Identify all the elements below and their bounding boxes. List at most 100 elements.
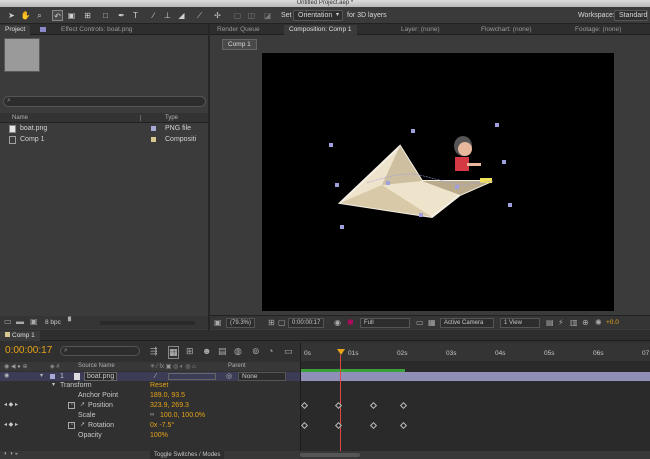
expand-triangle-icon[interactable]: ▾ [40,372,43,381]
bpc-label[interactable]: 8 bpc [45,319,61,326]
magnification-dropdown[interactable]: (79.3%) [226,318,256,328]
motion-blur-icon[interactable]: ◍ [234,346,242,357]
hand-tool-icon[interactable]: ✋ [20,10,31,21]
auto-keyframe-icon[interactable]: ▭ [284,346,293,357]
exposure-value[interactable]: +0.0 [606,319,619,326]
toggle-switches-modes-button[interactable]: Toggle Switches / Modes [150,451,225,459]
keyframe-navigator-icon[interactable]: ◂ ◆ ▸ [4,401,18,410]
column-name[interactable]: Name [12,115,28,121]
position-keyframe-dot[interactable] [386,181,390,185]
playhead-handle-icon[interactable] [337,349,345,355]
position-keyframe-dot[interactable] [455,185,459,189]
position-keyframe-dot[interactable] [329,143,333,147]
graph-editor-icon[interactable]: ◔ [268,346,273,356]
axis-local-icon[interactable]: ▢ [232,10,243,21]
current-time-display[interactable]: 0:00:00:17 [288,318,325,328]
toggle-pixel-aspect-icon[interactable]: ▤ [546,318,554,327]
composition-canvas[interactable] [262,53,614,311]
property-row-rotation[interactable]: ◂ ◆ ▸ ◔ ↗ Rotation 0x -7.5° [0,421,300,430]
column-source-name[interactable]: Source Name [78,363,115,369]
tab-render-queue[interactable]: Render Queue [212,25,265,35]
time-graph[interactable]: 0s 01s 02s 03s 04s 05s 06s 07 [300,343,650,459]
mask-tool-icon[interactable]: □ [100,10,111,21]
layer-label-swatch[interactable] [50,374,55,379]
property-row-scale[interactable]: Scale ∞ 100.0, 100.0% [0,411,300,420]
puppet-tool-icon[interactable]: ✢ [212,10,223,21]
layer-name[interactable]: boat.png [84,372,118,381]
new-folder-icon[interactable]: ▬ [16,317,24,326]
transparency-grid-icon[interactable]: ▦ [428,318,436,327]
tab-footage[interactable]: Footage: (none) [570,25,626,35]
keyframe-icon[interactable] [300,401,309,410]
property-value[interactable]: 323.9, 269.3 [150,401,189,410]
zoom-tool-icon[interactable]: ⌕ [34,10,45,21]
resolution-dropdown[interactable]: Full [360,318,410,328]
property-value[interactable]: 189.0, 93.5 [150,391,185,400]
position-keyframe-dot[interactable] [335,183,339,187]
roto-brush-tool-icon[interactable]: ⟋ [194,10,205,21]
property-value[interactable]: 100.0, 100.0% [160,411,205,420]
property-row-anchor-point[interactable]: Anchor Point 189.0, 93.5 [0,391,300,400]
property-value[interactable]: 0x -7.5° [150,421,174,430]
expand-panes-icon[interactable]: ◐ ◑ ◒ [4,451,18,457]
position-keyframe-dot[interactable] [495,123,499,127]
camera-dropdown[interactable]: Active Camera [440,318,494,328]
property-row-opacity[interactable]: Opacity 100% [0,431,300,440]
column-type[interactable]: Type [165,115,178,121]
grid-icon[interactable]: ⊞ [268,318,275,327]
layer-duration-bar[interactable] [301,372,650,381]
project-item-comp[interactable]: Comp 1 Compositi [0,135,208,146]
current-time-readout[interactable]: 0:00:00:17 [5,345,52,357]
position-keyframe-dot[interactable] [502,160,506,164]
position-keyframe-dot[interactable] [411,129,415,133]
reset-link[interactable]: Reset [150,381,168,390]
type-tool-icon[interactable]: T [130,10,141,21]
keyframe-icon[interactable] [369,401,378,410]
trash-icon[interactable]: ▘ [68,317,74,326]
axis-world-icon[interactable]: ◫ [246,10,257,21]
layer-row[interactable]: ◉ ▾ 1 boat.png ⁄ ◎ None [0,372,300,381]
chain-link-icon[interactable]: ∞ [150,411,154,420]
parent-dropdown[interactable]: None [238,372,286,381]
axis-view-icon[interactable]: ◪ [262,10,273,21]
project-scrollbar[interactable] [100,321,195,325]
timeline-search-input[interactable]: ⌕ [60,346,140,356]
new-composition-icon[interactable]: ▣ [30,317,38,326]
project-search-input[interactable]: ⌕ [3,96,206,107]
camera-tool-icon[interactable]: ▣ [66,10,77,21]
frame-blending-icon[interactable]: ▤ [218,346,227,357]
property-value[interactable]: 100% [150,431,168,440]
shy-layers-icon[interactable]: ☻ [202,346,211,356]
flowchart-icon[interactable]: ⊕ [582,318,589,327]
comp-navigator-button[interactable]: Comp 1 [222,39,257,50]
clone-stamp-tool-icon[interactable]: ⊥ [162,10,173,21]
orientation-dropdown[interactable]: Orientation ▾ [293,10,343,21]
keyframe-navigator-icon[interactable]: ◂ ◆ ▸ [4,421,18,430]
keyframe-icon[interactable] [369,421,378,430]
pen-tool-icon[interactable]: ✒ [116,10,127,21]
comp-mini-flowchart-icon[interactable]: ⇶ [150,346,158,357]
property-row-position[interactable]: ◂ ◆ ▸ ◔ ↗ Position 323.9, 269.3 [0,401,300,410]
time-ruler[interactable]: 0s 01s 02s 03s 04s 05s 06s 07 [301,343,650,361]
tab-flowchart[interactable]: Flowchart: (none) [476,25,537,35]
stopwatch-icon[interactable]: ◔ [68,402,75,409]
brainstorm-icon[interactable]: ⊚ [252,346,260,357]
tab-composition[interactable]: Composition: Comp 1 [284,25,357,35]
view-layout-dropdown[interactable]: 1 View [500,318,540,328]
keyframe-icon[interactable] [399,421,408,430]
timeline-icon[interactable]: ▥ [570,318,578,327]
tab-layer[interactable]: Layer: (none) [396,25,445,35]
tab-timeline-comp[interactable]: Comp 1 [0,331,40,341]
position-keyframe-dot[interactable] [508,203,512,207]
workspace-dropdown[interactable]: Standard [614,10,648,21]
interpret-footage-icon[interactable]: ▭ [4,317,12,326]
exposure-icon[interactable]: ✺ [595,318,602,327]
tab-project[interactable]: Project [0,25,31,35]
tab-effect-controls[interactable]: Effect Controls: boat.png [56,25,137,35]
live-update-icon[interactable]: ▦ [168,346,179,359]
transform-group-row[interactable]: ▾ Transform Reset [0,381,300,390]
draft-3d-icon[interactable]: ⊞ [186,346,194,357]
keyframe-icon[interactable] [300,421,309,430]
expand-triangle-icon[interactable]: ▾ [52,381,55,390]
always-preview-icon[interactable]: ▣ [214,318,222,327]
